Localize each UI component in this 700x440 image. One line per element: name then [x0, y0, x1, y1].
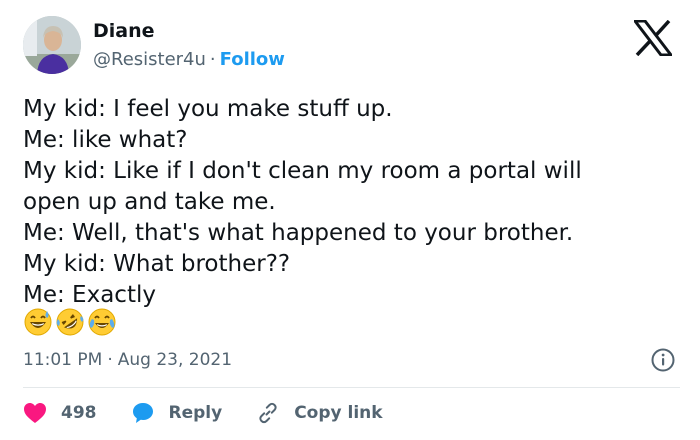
tears-of-joy-emoji: [87, 307, 117, 337]
rolling-on-floor-laughing-emoji: [55, 307, 85, 337]
like-button[interactable]: 498: [23, 402, 97, 424]
author-name[interactable]: Diane: [93, 19, 155, 43]
action-bar: 498 Reply Copy link: [23, 399, 417, 427]
handle-separator: ·: [209, 49, 216, 70]
x-logo-icon[interactable]: [631, 19, 675, 57]
tweet-timestamp[interactable]: 11:01 PM · Aug 23, 2021: [23, 348, 232, 372]
tweet-text: My kid: I feel you make stuff up. Me: li…: [23, 94, 683, 311]
info-icon[interactable]: [650, 347, 676, 373]
grinning-sweat-emoji: [23, 307, 53, 337]
tweet-line: open up and take me.: [23, 189, 276, 215]
tweet-line: Me: Well, that's what happened to your b…: [23, 220, 574, 246]
link-icon: [259, 402, 277, 424]
copy-link-button[interactable]: Copy link: [256, 401, 383, 425]
tweet-line: Me: Exactly: [23, 282, 156, 308]
tweet-time: 11:01 PM: [23, 350, 103, 370]
reply-bubble-icon: [132, 403, 153, 423]
follow-button[interactable]: Follow: [220, 49, 285, 70]
copy-link-label: Copy link: [294, 403, 383, 423]
tweet-line: My kid: What brother??: [23, 251, 291, 277]
avatar-photo: [23, 16, 81, 74]
like-count: 498: [61, 403, 97, 423]
tweet-line: My kid: I feel you make stuff up.: [23, 96, 393, 122]
heart-icon: [24, 403, 46, 423]
tweet-line: My kid: Like if I don't clean my room a …: [23, 158, 582, 184]
tweet-card: Diane @Resister4u · Follow My kid: I feel …: [0, 0, 700, 440]
reply-button[interactable]: Reply: [131, 401, 223, 425]
divider: [23, 387, 680, 388]
tweet-date: Aug 23, 2021: [117, 350, 233, 370]
reply-label: Reply: [168, 403, 223, 423]
avatar[interactable]: [23, 16, 81, 74]
author-handle[interactable]: @Resister4u: [93, 49, 206, 70]
emoji-row: [23, 307, 117, 337]
tweet-line: Me: like what?: [23, 127, 188, 153]
timestamp-separator: ·: [107, 350, 113, 370]
author-handle-row: @Resister4u · Follow: [93, 48, 285, 72]
